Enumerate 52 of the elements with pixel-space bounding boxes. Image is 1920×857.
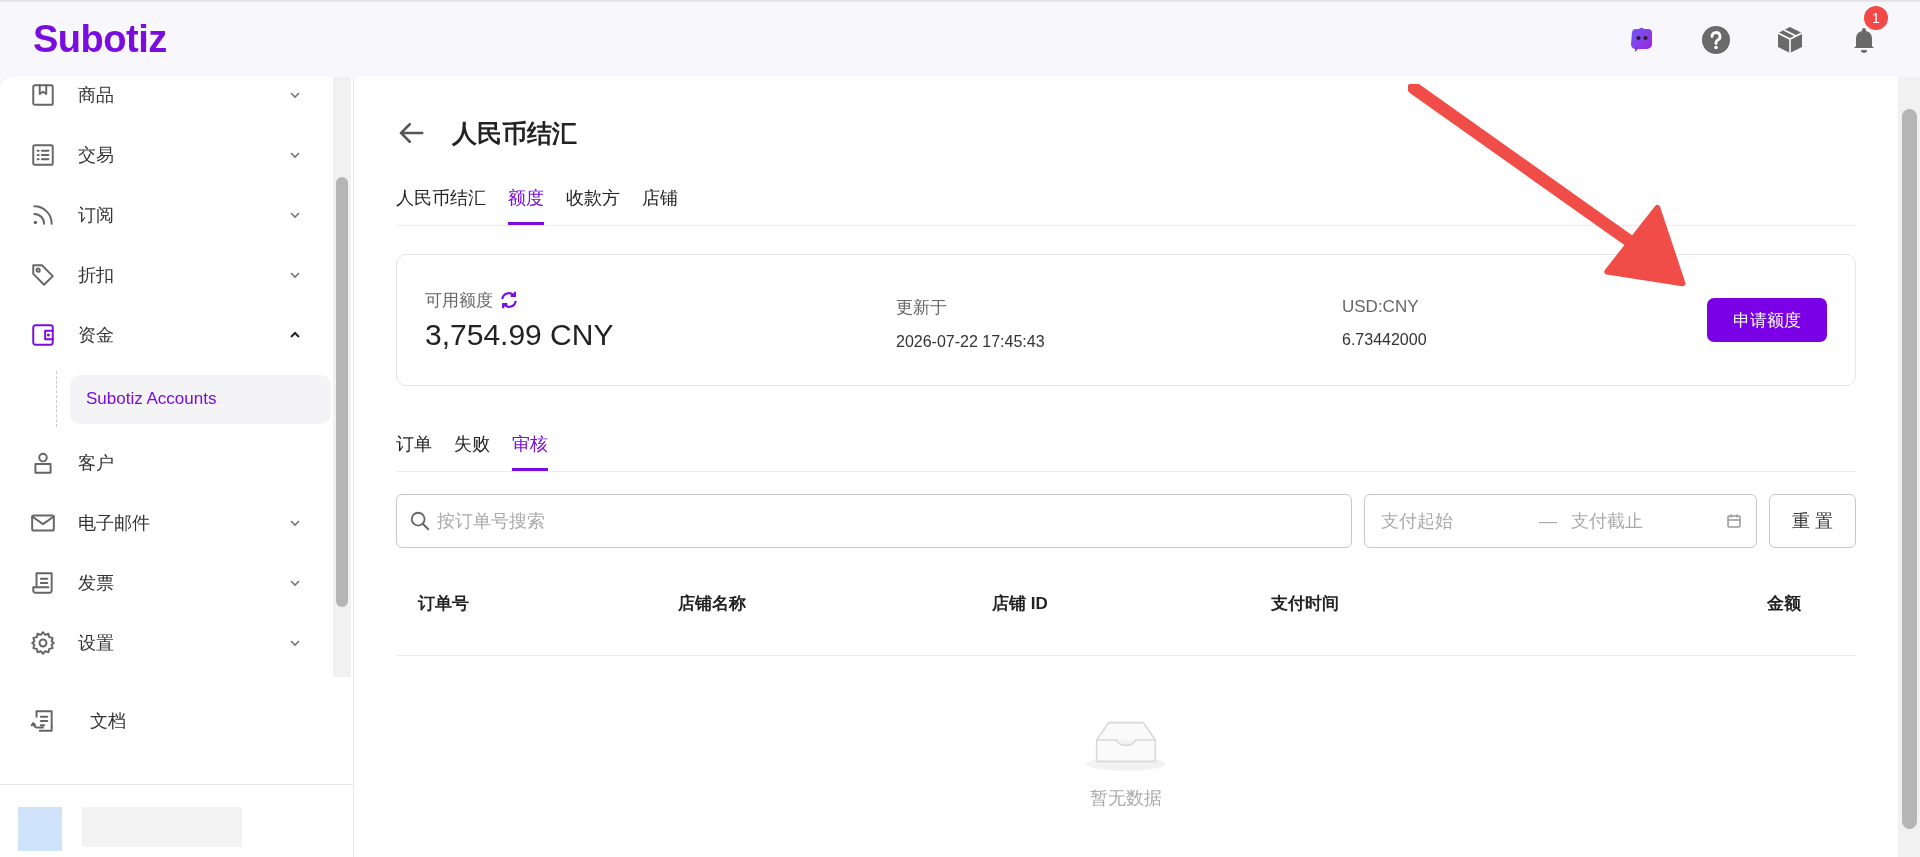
date-field[interactable]: 支付起始 — [1379, 509, 1519, 533]
logo[interactable]: Subotiz — [33, 18, 167, 61]
column-header: 订单号 — [416, 593, 470, 615]
reset-button[interactable]: 重 置 — [1769, 494, 1856, 548]
avatar-placeholder — [18, 807, 62, 851]
field-value: 2026-07-22 17:45:43 — [896, 332, 1046, 351]
date-field[interactable]: 支付截止 — [1569, 509, 1709, 533]
scrollbar[interactable] — [333, 77, 351, 677]
refresh-icon — [499, 290, 519, 310]
notification-badge: 1 — [1864, 5, 1888, 30]
column-header: 金额 — [1767, 593, 1802, 615]
column-header: 支付时间 — [1271, 593, 1340, 615]
tab[interactable]: 店铺 — [642, 176, 678, 225]
scrollbar-thumb[interactable] — [1902, 109, 1917, 829]
apply-quota-button[interactable]: 申请额度 — [1707, 298, 1827, 342]
scrollbar[interactable] — [1898, 77, 1920, 857]
tab[interactable]: 额度 — [508, 176, 544, 225]
column-header: 店铺名称 — [678, 593, 747, 615]
nav-item[interactable]: 文档 — [30, 691, 353, 751]
nav-item[interactable]: 资金 — [30, 305, 333, 365]
calendar-icon — [1726, 513, 1742, 529]
page-title: 人民币结汇 — [452, 117, 577, 149]
tab[interactable]: 收款方 — [566, 176, 620, 225]
column-header: 店铺 ID — [992, 593, 1049, 615]
tab[interactable]: 失败 — [454, 422, 490, 471]
field-label: 可用额度 — [425, 289, 493, 312]
help-icon — [1700, 23, 1732, 56]
balance-value: 3,754.99 CNY — [425, 317, 615, 352]
tab[interactable]: 人民币结汇 — [396, 176, 486, 225]
nav-item[interactable]: 发票 — [30, 553, 333, 613]
field-value: 6.73442000 — [1342, 331, 1428, 349]
document-icon — [30, 708, 56, 734]
refresh-button[interactable] — [499, 290, 519, 310]
search-input[interactable]: 按订单号搜索 — [435, 509, 1339, 533]
scrollbar-thumb[interactable] — [336, 177, 348, 607]
nav-item[interactable]: 设置 — [30, 613, 333, 673]
nav-item[interactable]: 折扣 — [30, 245, 333, 305]
search-bar[interactable]: 按订单号搜索 — [396, 494, 1352, 548]
search-icon — [409, 510, 431, 532]
tab[interactable]: 订单 — [396, 422, 432, 471]
range-separator: — — [1539, 510, 1557, 532]
nav-item[interactable]: 商品 — [30, 77, 333, 125]
tab[interactable]: 审核 — [512, 422, 548, 471]
field-label: 更新于 — [896, 296, 948, 319]
field-label: USD:CNY — [1342, 297, 1420, 317]
nav-item[interactable]: 客户 — [30, 433, 333, 493]
nav-item[interactable]: 订阅 — [30, 185, 333, 245]
empty-message: 暂无数据 — [1090, 787, 1162, 810]
nav-subitem[interactable]: Subotiz Accounts — [70, 374, 331, 424]
nav-item[interactable]: 交易 — [30, 125, 333, 185]
help-button[interactable] — [1700, 23, 1732, 56]
nav-item[interactable]: 电子邮件 — [30, 493, 333, 553]
